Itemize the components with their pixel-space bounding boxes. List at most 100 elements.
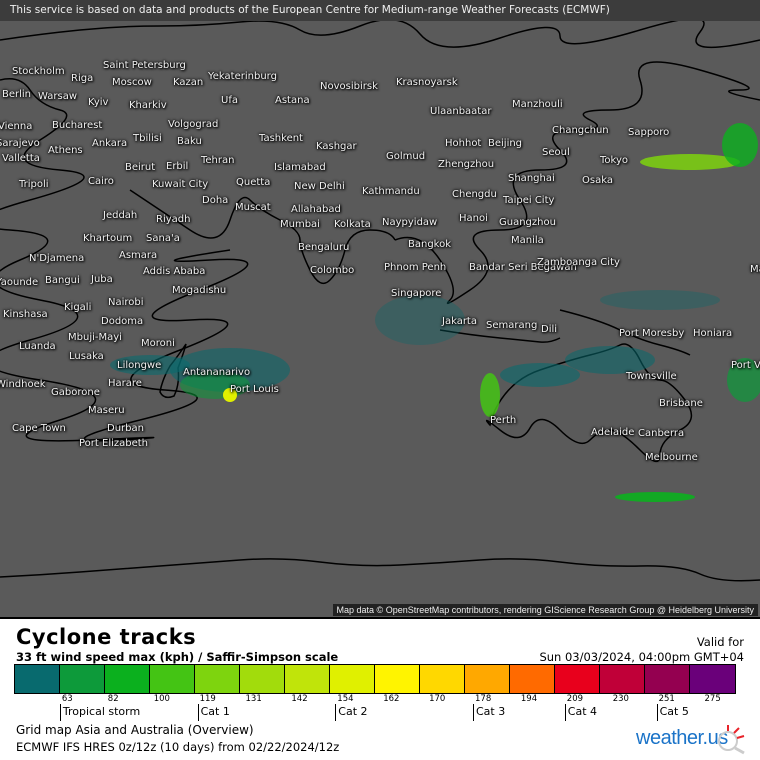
magnifier-sun-icon — [718, 725, 745, 755]
city-label: N'Djamena — [29, 253, 85, 264]
city-label: Osaka — [582, 175, 613, 186]
city-label: Port Moresby — [619, 328, 685, 339]
city-label: Addis Ababa — [143, 266, 206, 277]
grid-info: Grid map Asia and Australia (Overview) — [16, 723, 254, 737]
city-label: Jeddah — [103, 210, 138, 221]
city-label: Zhengzhou — [438, 159, 495, 170]
city-label: Sana'a — [146, 233, 180, 244]
city-label: Moroni — [141, 338, 175, 349]
scale-swatch — [195, 665, 240, 693]
city-label: Khartoum — [83, 233, 133, 244]
city-label: Yaounde — [0, 277, 39, 288]
category-label: Cat 5 — [656, 704, 689, 721]
city-label: Sapporo — [628, 127, 670, 138]
city-label: Canberra — [638, 428, 685, 439]
scale-swatch — [285, 665, 330, 693]
scale-tick-label: 154 — [337, 694, 354, 704]
scale-swatch — [240, 665, 285, 693]
city-label: Mumbai — [280, 219, 320, 230]
city-label: Antananarivo — [183, 367, 251, 378]
scale-swatch — [645, 665, 690, 693]
city-label: Nairobi — [108, 297, 144, 308]
scale-swatch — [375, 665, 420, 693]
map-attribution[interactable]: Map data © OpenStreetMap contributors, r… — [332, 604, 758, 616]
scale-swatch — [555, 665, 600, 693]
city-label: Bangui — [45, 275, 80, 286]
city-label: Seoul — [542, 147, 570, 158]
scale-tick-label: 251 — [658, 694, 675, 704]
city-label: Manila — [511, 235, 544, 246]
scale-tick-label: 119 — [199, 694, 216, 704]
city-label: Tehran — [201, 155, 235, 166]
city-label: Cape Town — [12, 423, 66, 434]
city-label: Phnom Penh — [384, 262, 447, 273]
category-label: Cat 3 — [473, 704, 505, 721]
city-label: Durban — [107, 423, 144, 434]
model-info: ECMWF IFS HRES 0z/12z (10 days) from 02/… — [16, 740, 340, 754]
city-label: Zamboanga City — [537, 257, 620, 268]
cyclone-track-map[interactable]: This service is based on data and produc… — [0, 0, 760, 619]
city-label: Mogadishu — [172, 285, 227, 296]
city-label: Moscow — [112, 77, 152, 88]
city-label: Berlin — [2, 89, 32, 100]
city-label: Bangkok — [408, 239, 452, 250]
city-label: Juba — [91, 274, 113, 285]
city-label: Islamabad — [274, 162, 326, 173]
city-label: Kolkata — [334, 219, 371, 230]
city-label: Semarang — [486, 320, 538, 331]
city-label: Riga — [71, 73, 94, 84]
scale-swatch — [150, 665, 195, 693]
city-label: Ufa — [221, 95, 238, 106]
city-label: Asmara — [119, 250, 158, 261]
category-label: Cat 1 — [197, 704, 230, 721]
city-label: Manzhouli — [512, 99, 563, 110]
city-label: Changchun — [552, 125, 609, 136]
legend-panel: Cyclone tracks 33 ft wind speed max (kph… — [0, 619, 760, 760]
city-label: Kyiv — [88, 97, 109, 108]
scale-tick-label: 63 — [61, 694, 73, 704]
city-label: Allahabad — [291, 204, 341, 215]
city-label: Windhoek — [0, 379, 46, 390]
scale-swatch — [60, 665, 105, 693]
city-label: Maseru — [88, 405, 125, 416]
city-label: Saint Petersburg — [103, 60, 186, 71]
city-label: Hanoi — [459, 213, 488, 224]
city-label: Harare — [108, 378, 142, 389]
track-cluster-coral-sea — [600, 290, 760, 402]
city-label: Tbilisi — [133, 133, 162, 144]
city-label: Athens — [48, 145, 83, 156]
city-label: Ulaanbaatar — [430, 106, 492, 117]
city-label: Tashkent — [259, 133, 303, 144]
city-label: Melbourne — [645, 452, 698, 463]
map-coastlines — [0, 17, 760, 582]
city-label: Mbuji-Mayi — [68, 332, 122, 343]
city-label: Novosibirsk — [320, 81, 378, 92]
city-label: Kathmandu — [362, 186, 420, 197]
city-label: Doha — [202, 195, 229, 206]
city-label: Luanda — [19, 341, 56, 352]
city-label: Port Elizabeth — [79, 438, 149, 449]
valid-date: Sun 03/03/2024, 04:00pm GMT+04 — [539, 650, 744, 664]
city-label: Brisbane — [659, 398, 703, 409]
scale-swatch — [510, 665, 555, 693]
city-label: Sarajevo — [0, 138, 40, 149]
city-label: Kazan — [173, 77, 204, 88]
category-label: Cat 4 — [564, 704, 597, 721]
scale-swatch — [690, 665, 735, 693]
city-label: Kashgar — [316, 141, 357, 152]
city-label: Townsville — [626, 371, 677, 382]
city-label: Kigali — [64, 302, 92, 313]
city-label: Beijing — [488, 138, 523, 149]
city-label: Stockholm — [12, 66, 65, 77]
city-label: Beirut — [125, 162, 156, 173]
city-label: Kharkiv — [129, 100, 167, 111]
city-label: Shanghai — [508, 173, 555, 184]
city-label: Vienna — [0, 121, 33, 132]
city-label: Golmud — [386, 151, 426, 162]
city-label: Tokyo — [600, 155, 628, 166]
city-label: New Delhi — [294, 181, 345, 192]
city-label: Muscat — [235, 202, 271, 213]
scale-swatch — [15, 665, 60, 693]
weather-us-logo[interactable]: weather.us — [636, 723, 746, 755]
scale-ticks: 63 82 100 119 131 142 154 162 170 178 194 209 230 251… — [14, 694, 749, 722]
